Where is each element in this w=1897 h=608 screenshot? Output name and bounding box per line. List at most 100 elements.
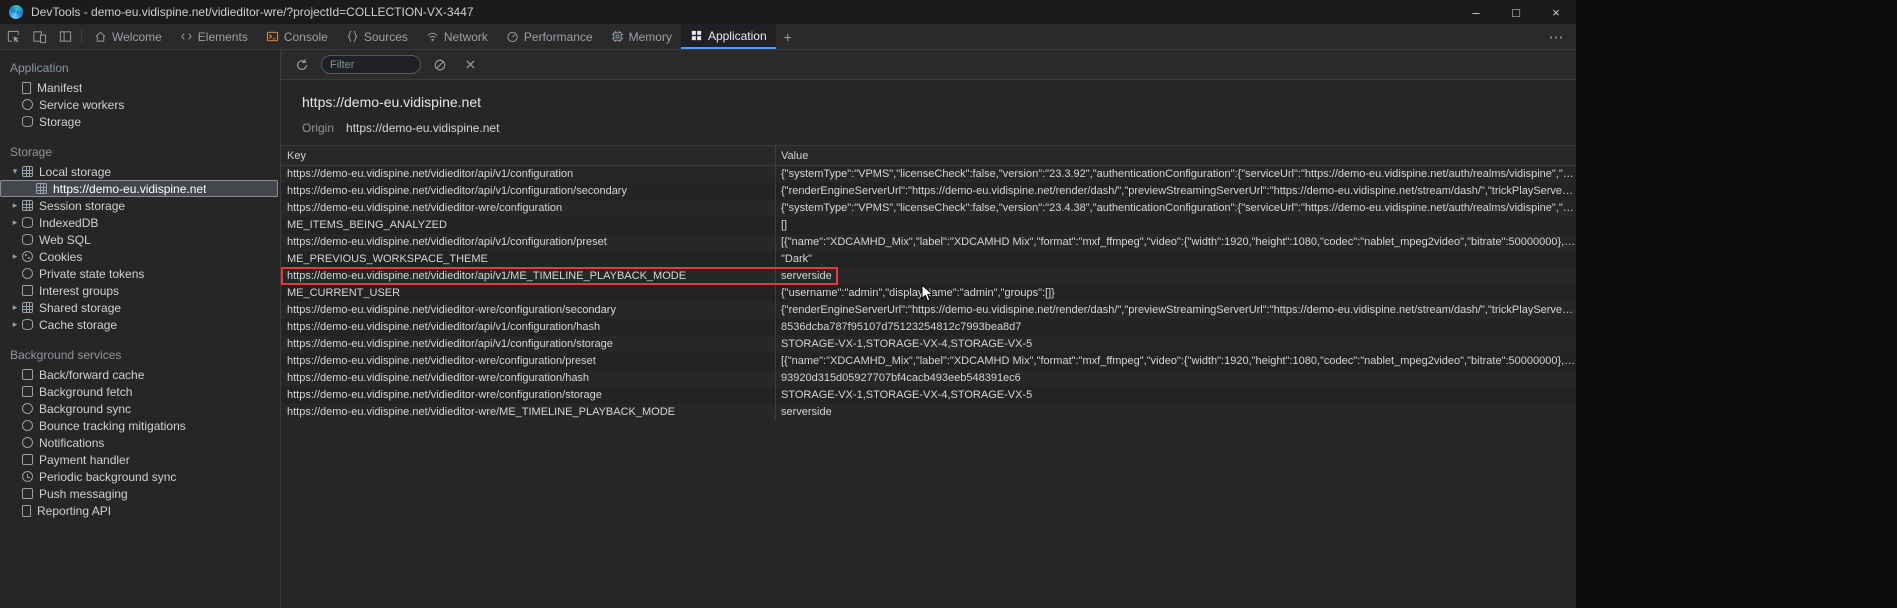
- value-cell[interactable]: serverside: [776, 404, 1576, 421]
- expander-icon[interactable]: ▸: [8, 217, 22, 228]
- table-row[interactable]: https://demo-eu.vidispine.net/vidieditor…: [281, 302, 1576, 319]
- sidebar-item-reporting-api[interactable]: Reporting API: [0, 502, 280, 519]
- clear-all-icon[interactable]: [429, 54, 451, 76]
- sidebar-item-shared-storage[interactable]: ▸ Shared storage: [0, 299, 280, 316]
- sidebar-item-local-storage-origin[interactable]: https://demo-eu.vidispine.net: [0, 180, 278, 197]
- value-cell[interactable]: {"username":"admin","displayName":"admin…: [776, 285, 1576, 302]
- sidebar-item-interest-groups[interactable]: Interest groups: [0, 282, 280, 299]
- device-toolbar-icon[interactable]: [26, 24, 52, 49]
- key-cell[interactable]: https://demo-eu.vidispine.net/vidieditor…: [281, 183, 776, 200]
- sidebar-item-background-sync[interactable]: Background sync: [0, 400, 280, 417]
- table-row[interactable]: ME_CURRENT_USER {"username":"admin","dis…: [281, 285, 1576, 302]
- sidebar-item-cookies[interactable]: ▸ Cookies: [0, 248, 280, 265]
- table-row-highlighted[interactable]: https://demo-eu.vidispine.net/vidieditor…: [281, 268, 1576, 285]
- maximize-button[interactable]: □: [1496, 0, 1536, 24]
- window-controls: – □ ×: [1456, 0, 1576, 24]
- value-cell[interactable]: []: [776, 217, 1576, 234]
- table-row[interactable]: https://demo-eu.vidispine.net/vidieditor…: [281, 404, 1576, 421]
- sidebar-item-local-storage[interactable]: ▾ Local storage: [0, 163, 280, 180]
- filter-input[interactable]: [321, 55, 421, 74]
- tab-elements[interactable]: Elements: [171, 24, 257, 49]
- sidebar-item-web-sql[interactable]: Web SQL: [0, 231, 280, 248]
- table-row[interactable]: https://demo-eu.vidispine.net/vidieditor…: [281, 336, 1576, 353]
- value-cell[interactable]: {"renderEngineServerUrl":"https://demo-e…: [776, 302, 1576, 319]
- sidebar-item-session-storage[interactable]: ▸ Session storage: [0, 197, 280, 214]
- key-cell[interactable]: https://demo-eu.vidispine.net/vidieditor…: [281, 387, 776, 404]
- tab-performance[interactable]: Performance: [497, 24, 602, 49]
- key-cell[interactable]: https://demo-eu.vidispine.net/vidieditor…: [281, 404, 776, 421]
- value-cell[interactable]: {"renderEngineServerUrl":"https://demo-e…: [776, 183, 1576, 200]
- sidebar-item-service-workers[interactable]: Service workers: [0, 96, 280, 113]
- key-cell[interactable]: ME_PREVIOUS_WORKSPACE_THEME: [281, 251, 776, 268]
- sidebar-item-label: Push messaging: [39, 487, 128, 501]
- tab-network[interactable]: Network: [417, 24, 497, 49]
- key-cell[interactable]: ME_ITEMS_BEING_ANALYZED: [281, 217, 776, 234]
- sidebar-item-private-state-tokens[interactable]: Private state tokens: [0, 265, 280, 282]
- sidebar-item-notifications[interactable]: Notifications: [0, 434, 280, 451]
- expander-icon[interactable]: ▾: [8, 166, 22, 177]
- key-cell[interactable]: https://demo-eu.vidispine.net/vidieditor…: [281, 370, 776, 387]
- table-row[interactable]: ME_PREVIOUS_WORKSPACE_THEME "Dark": [281, 251, 1576, 268]
- service-worker-icon: [22, 99, 33, 110]
- sidebar-item-cache-storage[interactable]: ▸ Cache storage: [0, 316, 280, 333]
- value-cell[interactable]: 8536dcba787f95107d75123254812c7993bea8d7: [776, 319, 1576, 336]
- key-cell[interactable]: https://demo-eu.vidispine.net/vidieditor…: [281, 302, 776, 319]
- tab-sources[interactable]: Sources: [337, 24, 417, 49]
- sidebar-item-background-fetch[interactable]: Background fetch: [0, 383, 280, 400]
- value-cell[interactable]: [{"name":"XDCAMHD_Mix","label":"XDCAMHD …: [776, 234, 1576, 251]
- value-cell[interactable]: [{"name":"XDCAMHD_Mix","label":"XDCAMHD …: [776, 353, 1576, 370]
- value-cell[interactable]: 93920d315d05927707bf4cacb493eeb548391ec6: [776, 370, 1576, 387]
- sidebar-item-label: Notifications: [39, 436, 104, 450]
- sidebar-item-push-messaging[interactable]: Push messaging: [0, 485, 280, 502]
- sidebar-item-bounce-tracking-mitigations[interactable]: Bounce tracking mitigations: [0, 417, 280, 434]
- tab-memory[interactable]: Memory: [602, 24, 681, 49]
- delete-selected-icon[interactable]: [459, 54, 481, 76]
- table-row[interactable]: https://demo-eu.vidispine.net/vidieditor…: [281, 387, 1576, 404]
- tab-application[interactable]: Application: [681, 24, 776, 49]
- close-button[interactable]: ×: [1536, 0, 1576, 24]
- table-row[interactable]: ME_ITEMS_BEING_ANALYZED []: [281, 217, 1576, 234]
- key-cell[interactable]: https://demo-eu.vidispine.net/vidieditor…: [281, 268, 776, 285]
- value-cell[interactable]: STORAGE-VX-1,STORAGE-VX-4,STORAGE-VX-5: [776, 336, 1576, 353]
- refresh-icon[interactable]: [291, 54, 313, 76]
- table-row[interactable]: https://demo-eu.vidispine.net/vidieditor…: [281, 166, 1576, 183]
- sidebar-item-back-forward-cache[interactable]: Back/forward cache: [0, 366, 280, 383]
- sidebar-item-storage[interactable]: Storage: [0, 113, 280, 130]
- key-cell[interactable]: ME_CURRENT_USER: [281, 285, 776, 302]
- sidebar-item-manifest[interactable]: Manifest: [0, 79, 280, 96]
- value-cell[interactable]: {"systemType":"VPMS","licenseCheck":fals…: [776, 166, 1576, 183]
- key-cell[interactable]: https://demo-eu.vidispine.net/vidieditor…: [281, 319, 776, 336]
- tab-console[interactable]: Console: [257, 24, 337, 49]
- expander-icon[interactable]: ▸: [8, 251, 22, 262]
- table-row[interactable]: https://demo-eu.vidispine.net/vidieditor…: [281, 370, 1576, 387]
- panel-layout-icon[interactable]: [52, 24, 78, 49]
- inspect-element-icon[interactable]: [0, 24, 26, 49]
- devtools-toolbar: Welcome Elements Console Sources Network…: [0, 24, 1576, 50]
- value-cell[interactable]: STORAGE-VX-1,STORAGE-VX-4,STORAGE-VX-5: [776, 387, 1576, 404]
- value-cell[interactable]: "Dark": [776, 251, 1576, 268]
- value-cell[interactable]: serverside: [776, 268, 1576, 285]
- key-cell[interactable]: https://demo-eu.vidispine.net/vidieditor…: [281, 336, 776, 353]
- table-row[interactable]: https://demo-eu.vidispine.net/vidieditor…: [281, 234, 1576, 251]
- minimize-button[interactable]: –: [1456, 0, 1496, 24]
- expander-icon[interactable]: ▸: [8, 200, 22, 211]
- key-cell[interactable]: https://demo-eu.vidispine.net/vidieditor…: [281, 200, 776, 217]
- sidebar-item-payment-handler[interactable]: Payment handler: [0, 451, 280, 468]
- value-column-header[interactable]: Value: [776, 146, 1576, 165]
- tab-welcome[interactable]: Welcome: [85, 24, 171, 49]
- more-options-button[interactable]: ⋯: [1544, 24, 1568, 49]
- table-row[interactable]: https://demo-eu.vidispine.net/vidieditor…: [281, 353, 1576, 370]
- table-row[interactable]: https://demo-eu.vidispine.net/vidieditor…: [281, 319, 1576, 336]
- expander-icon[interactable]: ▸: [8, 319, 22, 330]
- add-panel-button[interactable]: +: [776, 24, 800, 49]
- sidebar-item-periodic-background-sync[interactable]: Periodic background sync: [0, 468, 280, 485]
- table-row[interactable]: https://demo-eu.vidispine.net/vidieditor…: [281, 183, 1576, 200]
- key-column-header[interactable]: Key: [281, 146, 776, 165]
- key-cell[interactable]: https://demo-eu.vidispine.net/vidieditor…: [281, 234, 776, 251]
- value-cell[interactable]: {"systemType":"VPMS","licenseCheck":fals…: [776, 200, 1576, 217]
- expander-icon[interactable]: ▸: [8, 302, 22, 313]
- key-cell[interactable]: https://demo-eu.vidispine.net/vidieditor…: [281, 166, 776, 183]
- key-cell[interactable]: https://demo-eu.vidispine.net/vidieditor…: [281, 353, 776, 370]
- table-row[interactable]: https://demo-eu.vidispine.net/vidieditor…: [281, 200, 1576, 217]
- sidebar-item-indexeddb[interactable]: ▸ IndexedDB: [0, 214, 280, 231]
